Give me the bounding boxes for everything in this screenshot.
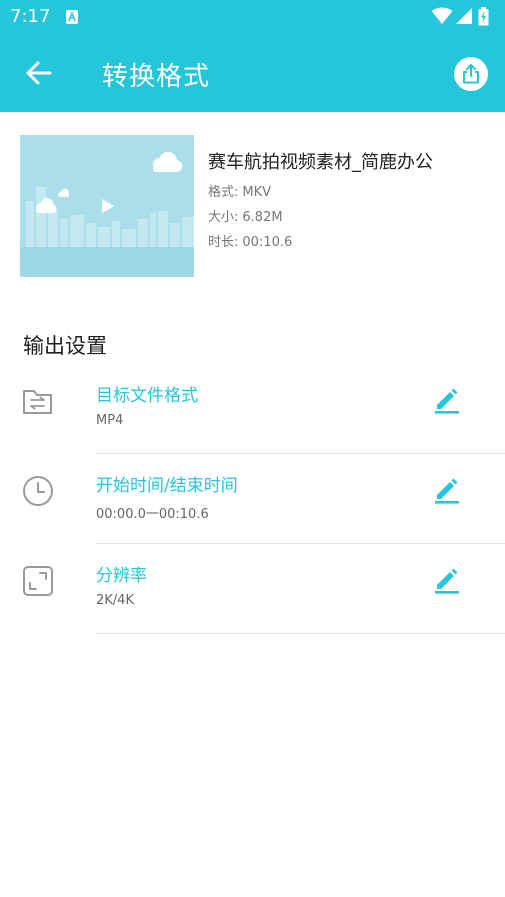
edit-time-button[interactable] [432,475,462,505]
size-label: 大小: [208,210,239,225]
city-illustration [20,135,194,277]
setting-value: 00:00.0一00:10.6 [96,507,209,522]
section-title-output-settings: 输出设置 [23,334,107,358]
edit-target-format-button[interactable] [432,385,462,415]
share-icon [463,64,479,84]
app-bar: 转换格式 [0,34,505,112]
setting-target-format[interactable]: 目标文件格式 MP4 [0,365,505,455]
divider [96,453,505,454]
setting-value: 2K/4K [96,593,134,608]
edit-resolution-button[interactable] [432,565,462,595]
setting-value: MP4 [96,413,124,428]
a-notification-icon [66,10,78,24]
setting-label: 分辨率 [96,566,147,586]
divider [96,543,505,544]
format-label: 格式: [208,185,239,200]
duration-meta: 时长: 00:10.6 [208,231,292,250]
media-title: 赛车航拍视频素材_简鹿办公 [208,152,433,173]
wifi-icon [431,7,453,24]
battery-icon [478,7,489,26]
duration-label: 时长: [208,235,239,250]
page-title: 转换格式 [102,62,211,92]
setting-label: 开始时间/结束时间 [96,476,238,496]
pencil-icon [435,388,459,414]
setting-resolution[interactable]: 分辨率 2K/4K [0,545,505,635]
setting-start-end-time[interactable]: 开始时间/结束时间 00:00.0一00:10.6 [0,455,505,545]
video-thumbnail[interactable] [20,135,194,277]
convert-format-screen: 7:17 转换格式 赛车航拍视频素材_简鹿办公 格式: MKV 大小: 6.82… [0,0,505,897]
share-button[interactable] [454,57,488,91]
format-meta: 格式: MKV [208,181,271,200]
size-value: 6.82M [242,210,283,225]
clock-icon [23,476,53,506]
back-button[interactable] [22,58,56,88]
resize-icon [23,566,53,596]
size-meta: 大小: 6.82M [208,206,283,225]
folder-swap-icon [23,390,52,414]
format-value: MKV [242,185,272,200]
arrow-left-icon [26,61,52,85]
pencil-icon [435,568,459,594]
duration-value: 00:10.6 [242,235,293,250]
status-bar: 7:17 [0,0,505,34]
status-icons [431,7,495,27]
pencil-icon [435,478,459,504]
status-time: 7:17 [10,6,51,27]
divider [96,633,505,634]
cell-signal-icon [456,8,472,24]
setting-label: 目标文件格式 [96,386,198,406]
